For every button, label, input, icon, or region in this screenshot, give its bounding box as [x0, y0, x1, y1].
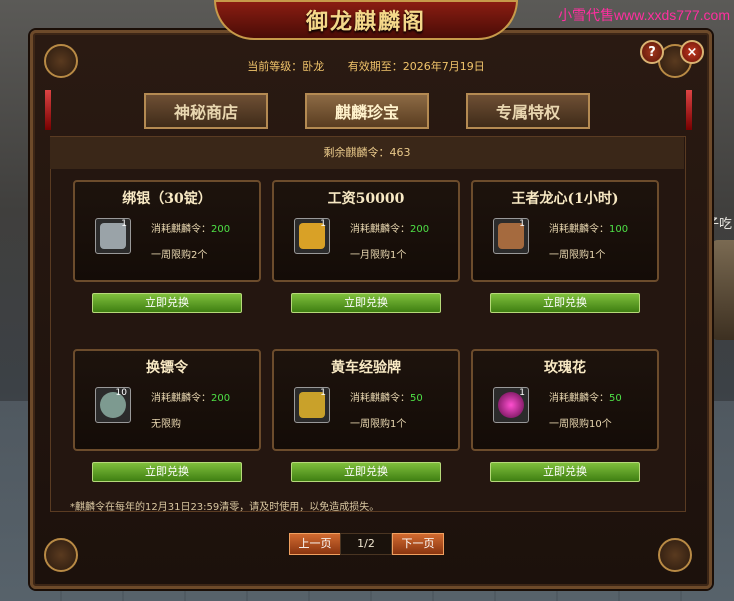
tab-mystery-shop[interactable]: 神秘商店: [144, 93, 268, 129]
item-card-escort-token: 换镖令 10 消耗麒麟令：200 无限购: [73, 349, 261, 451]
item-quantity: 1: [320, 388, 326, 398]
item-purchase-limit: 一月限购1个: [350, 250, 407, 261]
item-quantity: 10: [115, 388, 127, 398]
item-name: 玫瑰花: [544, 360, 586, 376]
redeem-button[interactable]: 立即兑换: [291, 293, 441, 313]
item-name: 工资50000: [327, 191, 405, 207]
item-card-salary: 工资50000 1 消耗麒麟令：200 一月限购1个: [272, 180, 460, 282]
item-card-rose: 玫瑰花 1 消耗麒麟令：50 一周限购10个: [471, 349, 659, 451]
redeem-button[interactable]: 立即兑换: [92, 293, 242, 313]
silver-ingot-icon[interactable]: 1: [95, 218, 131, 254]
item-cost: 消耗麒麟令：100: [549, 224, 629, 235]
status-bar: 当前等级：卧龙 有效期至：2026年7月19日: [76, 58, 656, 78]
gold-ingot-icon[interactable]: 1: [294, 218, 330, 254]
exp-card-icon[interactable]: 1: [294, 387, 330, 423]
item-purchase-limit: 一周限购2个: [151, 250, 208, 261]
ornament-top-left-icon: [44, 44, 78, 78]
item-cost: 消耗麒麟令：50: [350, 393, 423, 404]
item-name: 换镖令: [146, 360, 188, 376]
item-purchase-limit: 一周限购10个: [549, 419, 612, 430]
tassel-left-icon: [45, 90, 51, 130]
tab-exclusive-privilege[interactable]: 专属特权: [466, 93, 590, 129]
item-quantity: 1: [519, 388, 525, 398]
expiry-date: 有效期至：2026年7月19日: [347, 60, 485, 73]
close-button[interactable]: ×: [680, 40, 704, 64]
item-card-bound-silver: 绑银（30锭） 1 消耗麒麟令：200 一周限购2个: [73, 180, 261, 282]
item-cost: 消耗麒麟令：200: [151, 393, 231, 404]
item-cost: 消耗麒麟令：200: [350, 224, 430, 235]
tassel-right-icon: [686, 90, 692, 130]
rose-icon[interactable]: 1: [493, 387, 529, 423]
tab-qilin-treasure[interactable]: 麒麟珍宝: [305, 93, 429, 129]
item-cost: 消耗麒麟令：200: [151, 224, 231, 235]
item-quantity: 1: [121, 219, 127, 229]
item-cost: 消耗麒麟令：50: [549, 393, 622, 404]
item-quantity: 1: [519, 219, 525, 229]
current-level: 当前等级：卧龙: [247, 60, 325, 73]
redeem-button[interactable]: 立即兑换: [92, 462, 242, 482]
item-name: 绑银（30锭）: [122, 191, 212, 207]
redeem-button[interactable]: 立即兑换: [291, 462, 441, 482]
escort-token-icon[interactable]: 10: [95, 387, 131, 423]
next-page-button[interactable]: 下一页: [392, 533, 444, 555]
item-purchase-limit: 无限购: [151, 419, 181, 430]
reset-notice: *麒麟令在每年的12月31日23:59清零，请及时使用，以免造成损失。: [70, 502, 380, 513]
item-name: 王者龙心(1小时): [511, 191, 619, 207]
item-name: 黄车经验牌: [331, 360, 401, 376]
ornament-bottom-left-icon: [44, 538, 78, 572]
ornament-bottom-right-icon: [658, 538, 692, 572]
dragon-heart-icon[interactable]: 1: [493, 218, 529, 254]
page-indicator: 1/2: [340, 533, 392, 555]
background-character: [710, 240, 734, 340]
redeem-button[interactable]: 立即兑换: [490, 462, 640, 482]
item-quantity: 1: [320, 219, 326, 229]
redeem-button[interactable]: 立即兑换: [490, 293, 640, 313]
seller-watermark: 小雪代售www.xxds777.com: [558, 7, 730, 23]
window-title: 御龙麒麟阁: [305, 9, 426, 35]
item-card-exp-card: 黄车经验牌 1 消耗麒麟令：50 一周限购1个: [272, 349, 460, 451]
prev-page-button[interactable]: 上一页: [289, 533, 341, 555]
window-title-plate: 御龙麒麟阁: [214, 0, 518, 40]
item-purchase-limit: 一周限购1个: [350, 419, 407, 430]
item-card-dragon-heart: 王者龙心(1小时) 1 消耗麒麟令：100 一周限购1个: [471, 180, 659, 282]
item-purchase-limit: 一周限购1个: [549, 250, 606, 261]
help-button[interactable]: ?: [640, 40, 664, 64]
remaining-tokens: 剩余麒麟令：463: [50, 137, 684, 169]
